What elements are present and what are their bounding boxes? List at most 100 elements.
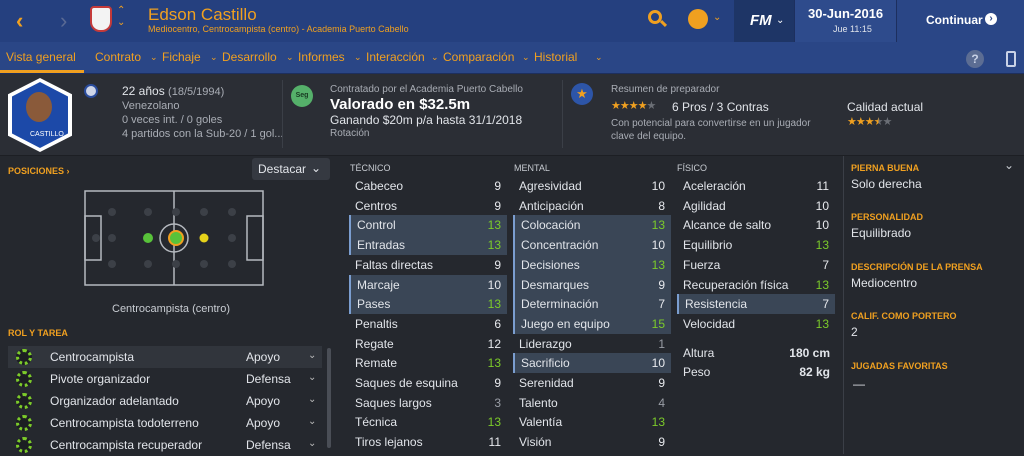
star-icon: ★	[637, 100, 648, 112]
attribute-row[interactable]: Anticipación 8	[513, 196, 671, 216]
tecnico-title: TÉCNICO	[350, 163, 391, 173]
chevron-down-icon: ⌄	[522, 52, 530, 62]
attribute-row[interactable]: Alcance de salto 10	[677, 215, 835, 235]
attribute-row[interactable]: Valentía 13	[513, 412, 671, 432]
attribute-row[interactable]: Saques de esquina 9	[349, 373, 507, 393]
role-duty[interactable]: Apoyo	[246, 394, 280, 408]
back-arrow-icon[interactable]: ‹	[16, 10, 23, 32]
attribute-row[interactable]: Cabeceo 9	[349, 176, 507, 196]
attribute-row[interactable]: Desmarques 9	[513, 274, 671, 295]
tab-contrato[interactable]: Contrato	[95, 50, 141, 64]
attribute-row[interactable]: Regate 12	[349, 334, 507, 354]
chevron-down-icon[interactable]: ⌄	[308, 350, 316, 361]
tab-desarrollo[interactable]: Desarrollo	[222, 50, 277, 64]
attribute-row[interactable]: Marcaje 10	[349, 274, 507, 295]
attribute-value: 9	[658, 435, 665, 450]
role-row[interactable]: Organizador adelantado Apoyo ⌄	[8, 390, 322, 412]
chevron-down-icon[interactable]: ⌄	[308, 372, 316, 383]
attribute-row[interactable]: Resistencia 7	[677, 294, 835, 315]
tab-interacci-n[interactable]: Interacción	[366, 50, 425, 64]
role-duty[interactable]: Apoyo	[246, 350, 280, 364]
attribute-row[interactable]: Control 13	[349, 215, 507, 236]
attribute-row[interactable]: Agilidad 10	[677, 196, 835, 216]
attribute-name: Recuperación física	[683, 277, 789, 292]
role-duty[interactable]: Defensa	[246, 438, 291, 452]
attribute-row[interactable]: Equilibrio 13	[677, 235, 835, 255]
attribute-row[interactable]: Sacrificio 10	[513, 353, 671, 374]
chevron-up-icon[interactable]: ⌃	[117, 6, 125, 16]
role-duty[interactable]: Apoyo	[246, 416, 280, 430]
role-row[interactable]: Centrocampista recuperador Defensa ⌄	[8, 434, 322, 456]
help-icon[interactable]: ?	[966, 50, 984, 68]
attribute-name: Valentía	[519, 415, 563, 430]
attribute-row[interactable]: Talento 4	[513, 393, 671, 413]
chevron-down-icon[interactable]: ⌄	[117, 18, 125, 28]
player-youth[interactable]: 4 partidos con la Sub-20 / 1 gol...	[122, 128, 283, 140]
role-row[interactable]: Centrocampista todoterreno Apoyo ⌄	[8, 412, 322, 434]
chevron-down-icon[interactable]: ⌄	[1004, 158, 1014, 172]
attribute-row[interactable]: Agresividad 10	[513, 176, 671, 196]
continue-label: Continuar	[926, 13, 983, 27]
globe-icon[interactable]	[688, 9, 708, 29]
squad-status: Rotación	[330, 128, 370, 139]
role-name: Centrocampista	[50, 350, 135, 364]
attribute-row[interactable]: Liderazgo 1	[513, 334, 671, 354]
attribute-row[interactable]: Decisiones 13	[513, 254, 671, 275]
chevron-down-icon: ⌄	[150, 52, 158, 62]
position-dm-marker	[143, 233, 153, 243]
positions-title[interactable]: POSICIONES ›	[8, 166, 70, 176]
attribute-row[interactable]: Serenidad 9	[513, 373, 671, 393]
attribute-value: 12	[487, 336, 501, 351]
attribute-value: 9	[658, 376, 665, 390]
phone-icon[interactable]	[1006, 51, 1016, 67]
attribute-row[interactable]: Concentración 10	[513, 235, 671, 256]
attribute-row[interactable]: Saques largos 3	[349, 393, 507, 413]
role-icon	[16, 371, 32, 387]
coach-pros-cons[interactable]: 6 Pros / 3 Contras	[672, 100, 769, 114]
attribute-name: Desmarques	[521, 277, 590, 292]
attribute-row[interactable]: Colocación 13	[513, 215, 671, 236]
role-row[interactable]: Centrocampista Apoyo ⌄	[8, 346, 322, 368]
role-row[interactable]: Pivote organizador Defensa ⌄	[8, 368, 322, 390]
attribute-row[interactable]: Aceleración 11	[677, 176, 835, 196]
chevron-down-icon[interactable]: ⌄	[308, 394, 316, 405]
tab-fichaje[interactable]: Fichaje	[162, 50, 201, 64]
attribute-value: 10	[651, 179, 665, 193]
star-icon: ★	[628, 100, 639, 112]
role-duty[interactable]: Defensa	[246, 372, 291, 386]
current-ability-label: Calidad actual	[847, 100, 924, 114]
attribute-row[interactable]: Fuerza 7	[677, 255, 835, 275]
attribute-row[interactable]: Juego en equipo 15	[513, 313, 671, 334]
attribute-row[interactable]: Penaltis 6	[349, 314, 507, 334]
chevron-down-icon[interactable]: ⌄	[308, 438, 316, 449]
attribute-name: Equilibrio	[683, 238, 733, 253]
attribute-value: 9	[494, 376, 501, 390]
attribute-row[interactable]: Faltas directas 9	[349, 255, 507, 275]
attribute-row[interactable]: Visión 9	[513, 432, 671, 452]
tab-vista-general[interactable]: Vista general	[6, 50, 76, 64]
attribute-row[interactable]: Entradas 13	[349, 235, 507, 256]
attribute-row[interactable]: Tiros lejanos 11	[349, 432, 507, 452]
attribute-row[interactable]: Centros 9	[349, 196, 507, 216]
star-icon: ★	[619, 100, 630, 112]
tab-historial[interactable]: Historial	[534, 50, 577, 64]
chevron-down-icon: ⌄	[776, 15, 785, 26]
roles-scrollbar[interactable]	[327, 348, 331, 448]
gk-rating-title: CALIF. COMO PORTERO	[851, 311, 957, 321]
club-badge-icon[interactable]	[90, 6, 112, 32]
nation-flag-icon[interactable]	[84, 84, 98, 98]
attribute-row[interactable]: Remate 13	[349, 353, 507, 373]
forward-arrow-icon[interactable]: ›	[60, 10, 67, 32]
attribute-row[interactable]: Determinación 7	[513, 294, 671, 315]
attribute-row[interactable]: Pases 13	[349, 294, 507, 315]
game-time: Jue 11:15	[833, 24, 872, 34]
press-value: Mediocentro	[851, 276, 918, 290]
chevron-down-icon[interactable]: ⌄	[308, 416, 316, 427]
attribute-row[interactable]: Técnica 13	[349, 412, 507, 432]
chevron-down-icon[interactable]: ⌄	[713, 13, 721, 23]
tab-comparaci-n[interactable]: Comparación	[443, 50, 514, 64]
player-subtitle[interactable]: Mediocentro, Centrocampista (centro) - A…	[148, 24, 409, 34]
attribute-row[interactable]: Recuperación física 13	[677, 275, 835, 295]
attribute-row[interactable]: Velocidad 13	[677, 314, 835, 334]
tab-informes[interactable]: Informes	[298, 50, 345, 64]
